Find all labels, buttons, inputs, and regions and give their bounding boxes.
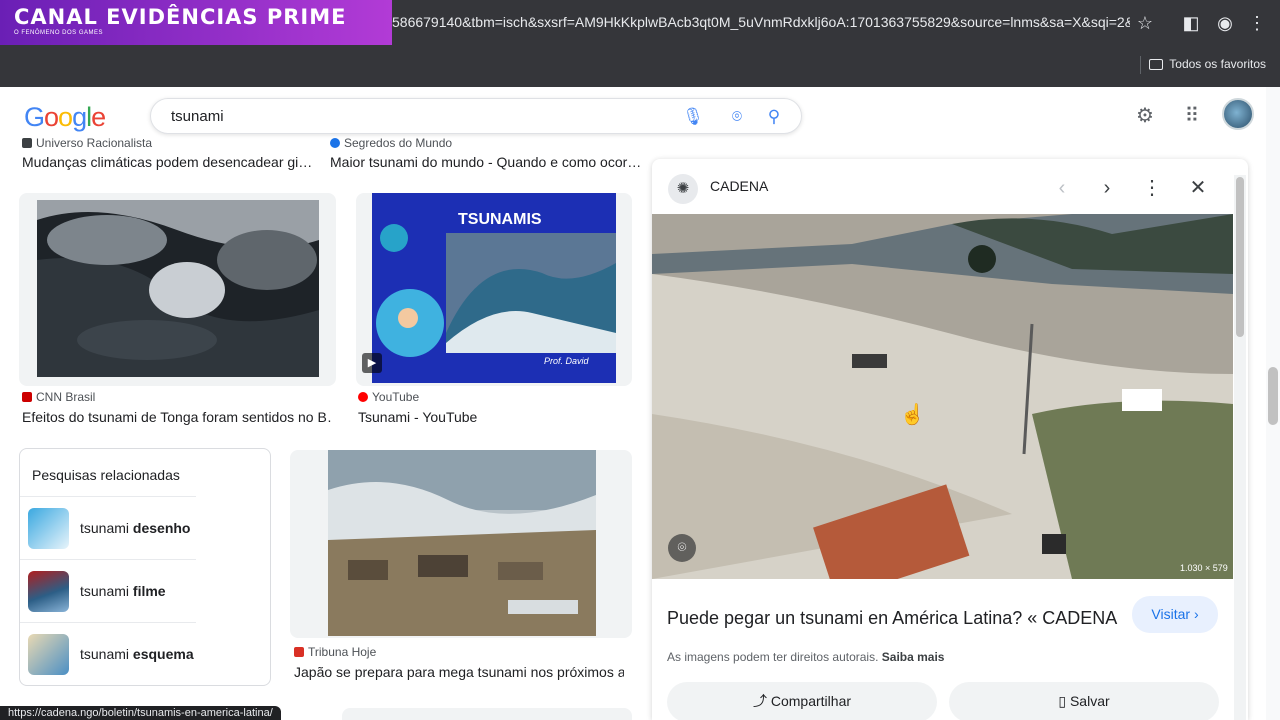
save-button[interactable]: ▯ Salvar bbox=[949, 682, 1219, 720]
save-label: Salvar bbox=[1069, 693, 1110, 709]
folder-icon bbox=[1149, 58, 1164, 70]
panel-scroll-thumb[interactable] bbox=[1236, 177, 1244, 337]
result-title[interactable]: Tsunami - YouTube bbox=[358, 409, 640, 425]
visit-button[interactable]: Visitar › bbox=[1132, 596, 1218, 633]
related-label: tsunami desenho bbox=[80, 520, 191, 536]
bookmark-star-icon[interactable]: ☆ bbox=[1134, 12, 1156, 34]
related-bold: filme bbox=[132, 583, 166, 599]
bookmarks-divider bbox=[1140, 56, 1141, 74]
rights-text: As imagens podem ter direitos autorais. bbox=[667, 650, 879, 664]
source-label: Segredos do Mundo bbox=[344, 136, 453, 150]
banner-subtitle: O FENÔMENO DOS GAMES bbox=[14, 30, 104, 36]
apps-grid-icon[interactable]: ⠿ bbox=[1180, 104, 1204, 128]
channel-banner: CANAL EVIDÊNCIAS PRIME O FENÔMENO DOS GA… bbox=[0, 0, 392, 45]
related-searches: Pesquisas relacionadas tsunami desenho t… bbox=[19, 448, 271, 686]
more-options-icon[interactable]: ⋮ bbox=[1138, 174, 1166, 202]
site-favicon-icon bbox=[22, 392, 32, 402]
thumbnail-title: TSUNAMIS bbox=[458, 211, 542, 228]
bookmarks-all[interactable]: Todos os favoritos bbox=[1149, 57, 1266, 71]
hand-cursor-icon: ☝ bbox=[900, 404, 925, 426]
lens-search-icon[interactable]: ⌾ bbox=[668, 534, 696, 562]
youtube-icon bbox=[358, 392, 368, 402]
related-thumbnail bbox=[28, 571, 69, 612]
source-label: Tribuna Hoje bbox=[308, 645, 377, 659]
related-prefix: tsunami bbox=[80, 646, 133, 662]
source-label: Universo Racionalista bbox=[36, 136, 153, 150]
search-box[interactable]: tsunami 🎙 ⌾ ⚲ bbox=[150, 98, 802, 134]
result-title[interactable]: Efeitos do tsunami de Tonga foram sentid… bbox=[22, 409, 332, 425]
visit-label: Visitar bbox=[1151, 606, 1191, 622]
site-favicon-icon bbox=[330, 138, 340, 148]
video-play-icon: ▶ bbox=[362, 353, 382, 373]
side-panel-icon[interactable]: ◧ bbox=[1180, 12, 1202, 34]
result-source[interactable]: Universo Racionalista bbox=[22, 136, 152, 150]
bookmark-icon: ▯ bbox=[1058, 693, 1067, 709]
result-thumbnail[interactable] bbox=[19, 193, 336, 386]
source-label: CNN Brasil bbox=[36, 390, 96, 404]
share-button[interactable]: ⤴ Compartilhar bbox=[667, 682, 937, 720]
result-title[interactable]: Maior tsunami do mundo - Quando e como o… bbox=[330, 154, 640, 170]
related-item[interactable]: tsunami desenho bbox=[20, 496, 196, 559]
related-bold: esquema bbox=[132, 646, 194, 662]
image-dimensions: 1.030 × 579 bbox=[1180, 563, 1228, 573]
settings-gear-icon[interactable]: ⚙ bbox=[1133, 104, 1157, 128]
related-item[interactable]: tsunami esquema bbox=[20, 622, 196, 685]
result-thumbnail[interactable] bbox=[342, 708, 632, 720]
related-label: tsunami esquema bbox=[80, 646, 194, 662]
profile-icon[interactable]: ◉ bbox=[1214, 12, 1236, 34]
preview-title[interactable]: Puede pegar un tsunami en América Latina… bbox=[667, 608, 1117, 629]
next-chevron-icon[interactable]: › bbox=[1093, 174, 1121, 202]
previous-chevron-icon[interactable]: ‹ bbox=[1048, 174, 1076, 202]
search-icon[interactable]: ⚲ bbox=[763, 106, 785, 128]
share-icon: ⤴ bbox=[752, 693, 767, 709]
microphone-icon[interactable]: 🎙 bbox=[682, 106, 704, 128]
share-label: Compartilhar bbox=[770, 693, 852, 709]
site-favicon-icon bbox=[22, 138, 32, 148]
related-bold: desenho bbox=[132, 520, 191, 536]
related-prefix: tsunami bbox=[80, 520, 133, 536]
window-scroll-thumb[interactable] bbox=[1268, 367, 1278, 425]
related-label: tsunami filme bbox=[80, 583, 166, 599]
result-source[interactable]: Tribuna Hoje bbox=[294, 645, 376, 659]
related-prefix: tsunami bbox=[80, 583, 133, 599]
panel-source-name[interactable]: CADENA bbox=[710, 178, 768, 194]
copyright-notice: As imagens podem ter direitos autorais. … bbox=[667, 650, 944, 664]
cadena-logo-icon: ✺ bbox=[668, 174, 698, 204]
bookmarks-label: Todos os favoritos bbox=[1169, 57, 1266, 71]
result-title[interactable]: Japão se prepara para mega tsunami nos p… bbox=[294, 664, 624, 680]
learn-more-link[interactable]: Saiba mais bbox=[882, 650, 945, 664]
address-bar-url[interactable]: 586679140&tbm=isch&sxsrf=AM9HkKkplwBAcb3… bbox=[392, 14, 1130, 30]
result-source[interactable]: CNN Brasil bbox=[22, 390, 95, 404]
site-favicon-icon bbox=[294, 647, 304, 657]
lens-icon[interactable]: ⌾ bbox=[726, 106, 748, 128]
result-thumbnail[interactable]: TSUNAMIS Prof. David ▶ bbox=[356, 193, 632, 386]
related-thumbnail bbox=[28, 634, 69, 675]
menu-icon[interactable]: ⋮ bbox=[1246, 12, 1268, 34]
banner-title: CANAL EVIDÊNCIAS PRIME bbox=[14, 5, 347, 29]
close-icon[interactable]: ✕ bbox=[1184, 174, 1212, 202]
result-source[interactable]: YouTube bbox=[358, 390, 419, 404]
result-source[interactable]: Segredos do Mundo bbox=[330, 136, 452, 150]
source-label: YouTube bbox=[372, 390, 420, 404]
related-thumbnail bbox=[28, 508, 69, 549]
result-thumbnail[interactable] bbox=[290, 450, 632, 638]
link-status-bar: https://cadena.ngo/boletin/tsunamis-en-a… bbox=[0, 706, 281, 720]
preview-image[interactable] bbox=[652, 214, 1233, 579]
related-item[interactable]: tsunami filme bbox=[20, 559, 196, 622]
search-input[interactable]: tsunami bbox=[171, 108, 224, 125]
thumbnail-credit: Prof. David bbox=[544, 356, 589, 366]
related-heading: Pesquisas relacionadas bbox=[32, 467, 180, 483]
satellite-eruption-image bbox=[37, 200, 319, 377]
account-avatar[interactable] bbox=[1222, 98, 1254, 130]
panel-scrollbar[interactable] bbox=[1234, 175, 1246, 720]
window-scrollbar[interactable] bbox=[1266, 87, 1280, 720]
result-title[interactable]: Mudanças climáticas podem desencadear gi… bbox=[22, 154, 332, 170]
chevron-right-icon: › bbox=[1193, 606, 1199, 622]
browser-chrome: CANAL EVIDÊNCIAS PRIME O FENÔMENO DOS GA… bbox=[0, 0, 1280, 87]
google-logo[interactable]: Google bbox=[24, 102, 106, 133]
image-preview-panel: ✺ CADENA ‹ › ⋮ ✕ ⌾ 1.030 × 579 Puede peg… bbox=[652, 159, 1248, 720]
image-results: Universo Racionalista Mudanças climática… bbox=[0, 134, 640, 720]
japan-tsunami-image bbox=[328, 450, 596, 636]
